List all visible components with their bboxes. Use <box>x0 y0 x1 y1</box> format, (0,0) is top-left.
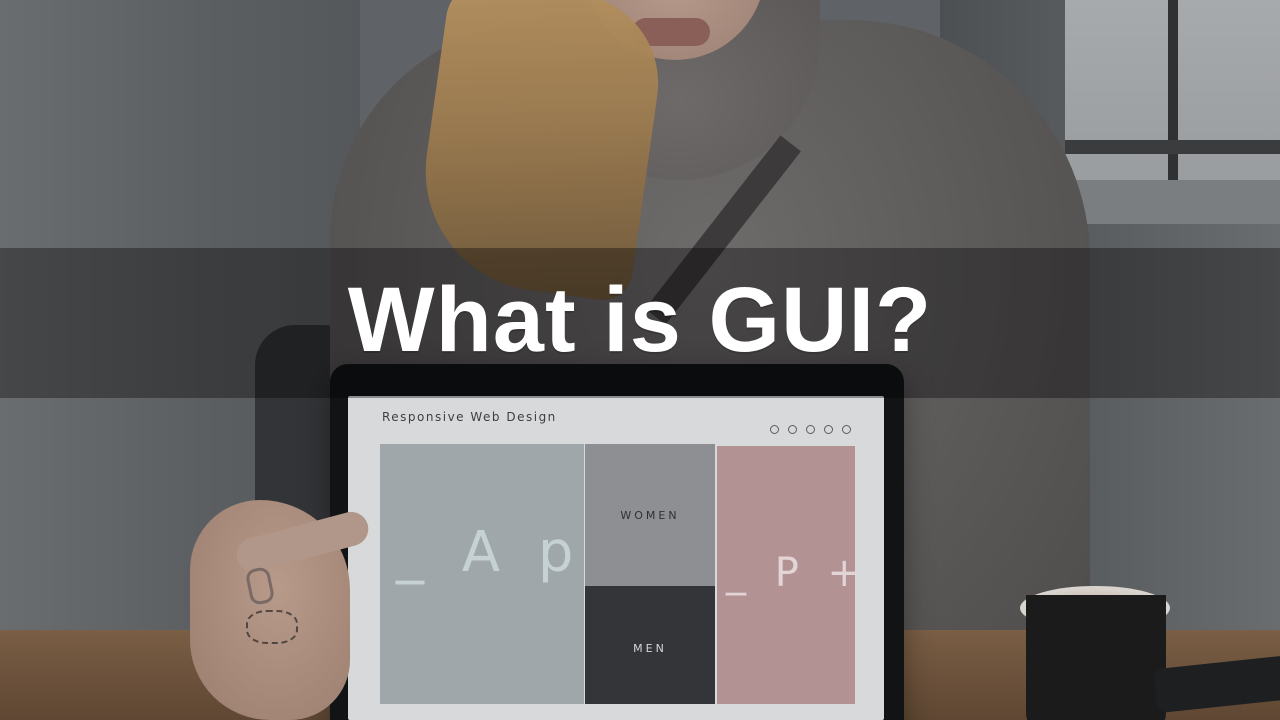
headline-title: What is GUI? <box>347 269 933 371</box>
laptop-nav-dots <box>770 425 860 437</box>
laptop-men-label: MEN <box>633 642 667 655</box>
tattoo-icon <box>246 610 298 644</box>
laptop-left-panel-text: _ A p <box>396 520 584 585</box>
nav-dot <box>788 425 797 434</box>
window-sill <box>1065 180 1280 224</box>
nav-dot <box>824 425 833 434</box>
photo-scene: Responsive Web Design _ A p WOMEN MEN _ … <box>0 0 1280 720</box>
laptop-women-label: WOMEN <box>620 509 680 522</box>
window-frame-horizontal <box>1065 140 1280 154</box>
coffee-cup <box>1026 595 1166 720</box>
nav-dot <box>806 425 815 434</box>
laptop-screen-title: Responsive Web Design <box>382 410 557 424</box>
nav-dot <box>770 425 779 434</box>
laptop-right-panel-text: _ P + <box>726 550 870 596</box>
nav-dot <box>842 425 851 434</box>
